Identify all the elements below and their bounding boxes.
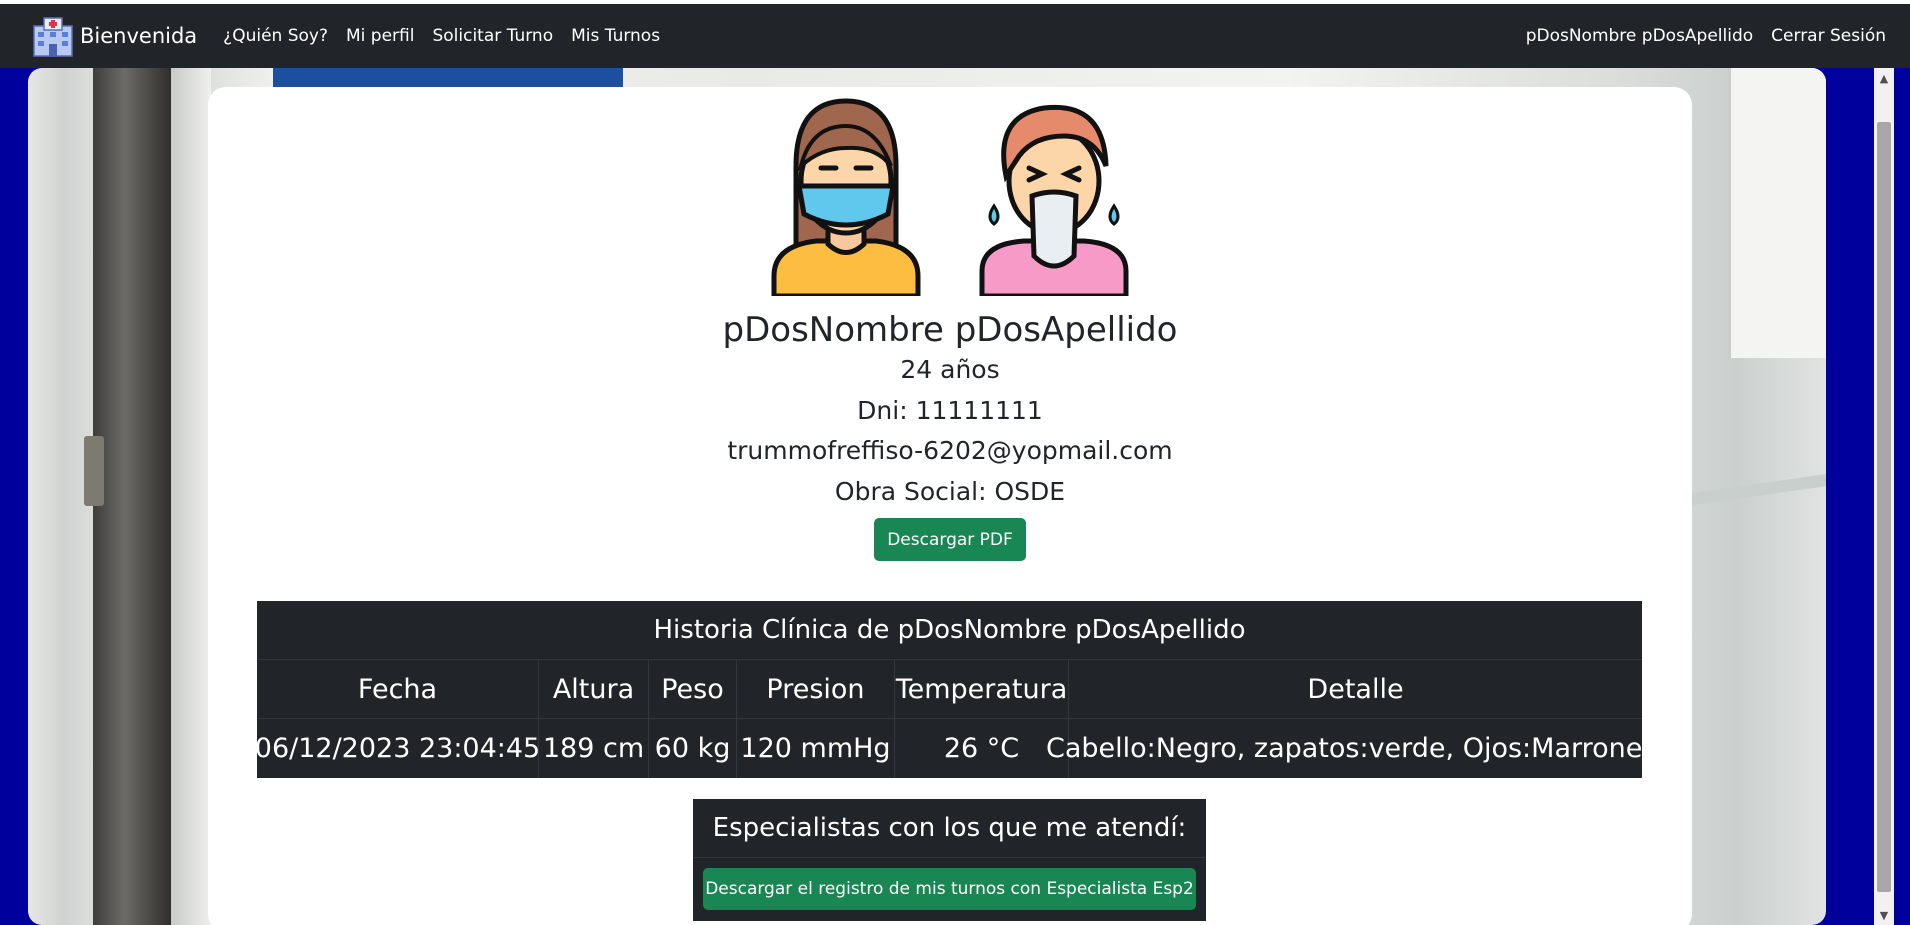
brand-label: Bienvenida	[80, 24, 198, 48]
top-navbar: Bienvenida ¿Quién Soy? Mi perfil Solicit…	[0, 4, 1910, 68]
header-detalle: Detalle	[1307, 673, 1404, 705]
cell-fecha: 06/12/2023 23:04:45	[255, 719, 540, 778]
header-peso: Peso	[649, 660, 737, 718]
nav-user-name[interactable]: pDosNombre pDosApellido	[1526, 26, 1753, 46]
patient-email: trummofreffiso-6202@yopmail.com	[727, 436, 1173, 465]
header-altura: Altura	[539, 660, 649, 718]
sick-man-icon	[979, 104, 1129, 296]
masked-woman-icon	[771, 98, 921, 296]
download-pdf-button[interactable]: Descargar PDF	[874, 518, 1026, 561]
blue-panel	[273, 68, 623, 88]
scroll-up-arrow-icon[interactable]: ▲	[1874, 68, 1894, 88]
brand[interactable]: Bienvenida	[28, 14, 197, 58]
door-frame	[93, 68, 171, 925]
historia-clinica-title: Historia Clínica de pDosNombre pDosApell…	[257, 601, 1642, 660]
profile-card: pDosNombre pDosApellido 24 años Dni: 111…	[208, 87, 1692, 925]
door-edge	[171, 68, 211, 925]
vertical-scrollbar[interactable]: ▲ ▼	[1874, 68, 1894, 925]
scroll-down-arrow-icon[interactable]: ▼	[1874, 905, 1894, 925]
cell-temperatura: 26 °C	[895, 719, 1069, 778]
right-background-strip	[1894, 68, 1910, 925]
nav-link-solicitar-turno[interactable]: Solicitar Turno	[432, 26, 553, 46]
patient-age: 24 años	[900, 355, 1000, 384]
download-specialist-record-button[interactable]: Descargar el registro de mis turnos con …	[703, 868, 1196, 910]
nav-link-quien-soy[interactable]: ¿Quién Soy?	[223, 26, 328, 46]
patient-obra-social: Obra Social: OSDE	[834, 477, 1066, 506]
historia-clinica-table: Historia Clínica de pDosNombre pDosApell…	[255, 601, 1666, 778]
patient-dni: Dni: 11111111	[857, 396, 1043, 425]
cell-altura: 189 cm	[539, 719, 649, 778]
header-fecha: Fecha	[257, 660, 539, 718]
cell-peso: 60 kg	[649, 719, 737, 778]
patient-name: pDosNombre pDosApellido	[722, 310, 1178, 350]
header-presion: Presion	[737, 660, 895, 718]
especialistas-panel: Especialistas con los que me atendí: Des…	[693, 799, 1206, 921]
table-row: 06/12/2023 23:04:45 189 cm 60 kg 120 mmH…	[255, 719, 1666, 778]
scrollbar-thumb[interactable]	[1877, 122, 1891, 892]
table-header-row: Fecha Altura Peso Presion Temperatura De…	[257, 660, 1642, 719]
especialistas-title: Especialistas con los que me atendí:	[693, 799, 1206, 858]
hospital-icon	[33, 17, 73, 57]
nav-link-mi-perfil[interactable]: Mi perfil	[346, 26, 414, 46]
cell-presion: 120 mmHg	[737, 719, 895, 778]
wall-dispenser	[1728, 68, 1826, 358]
header-temperatura: Temperatura	[895, 660, 1069, 718]
logout-link[interactable]: Cerrar Sesión	[1771, 26, 1886, 46]
navbar-right: pDosNombre pDosApellido Cerrar Sesión	[1508, 26, 1886, 46]
nav-link-mis-turnos[interactable]: Mis Turnos	[571, 26, 660, 46]
door-hinge	[84, 436, 104, 506]
cell-detalle: Cabello:Negro, zapatos:verde, Ojos:Marro…	[1046, 733, 1666, 764]
avatar-group	[208, 96, 1692, 296]
